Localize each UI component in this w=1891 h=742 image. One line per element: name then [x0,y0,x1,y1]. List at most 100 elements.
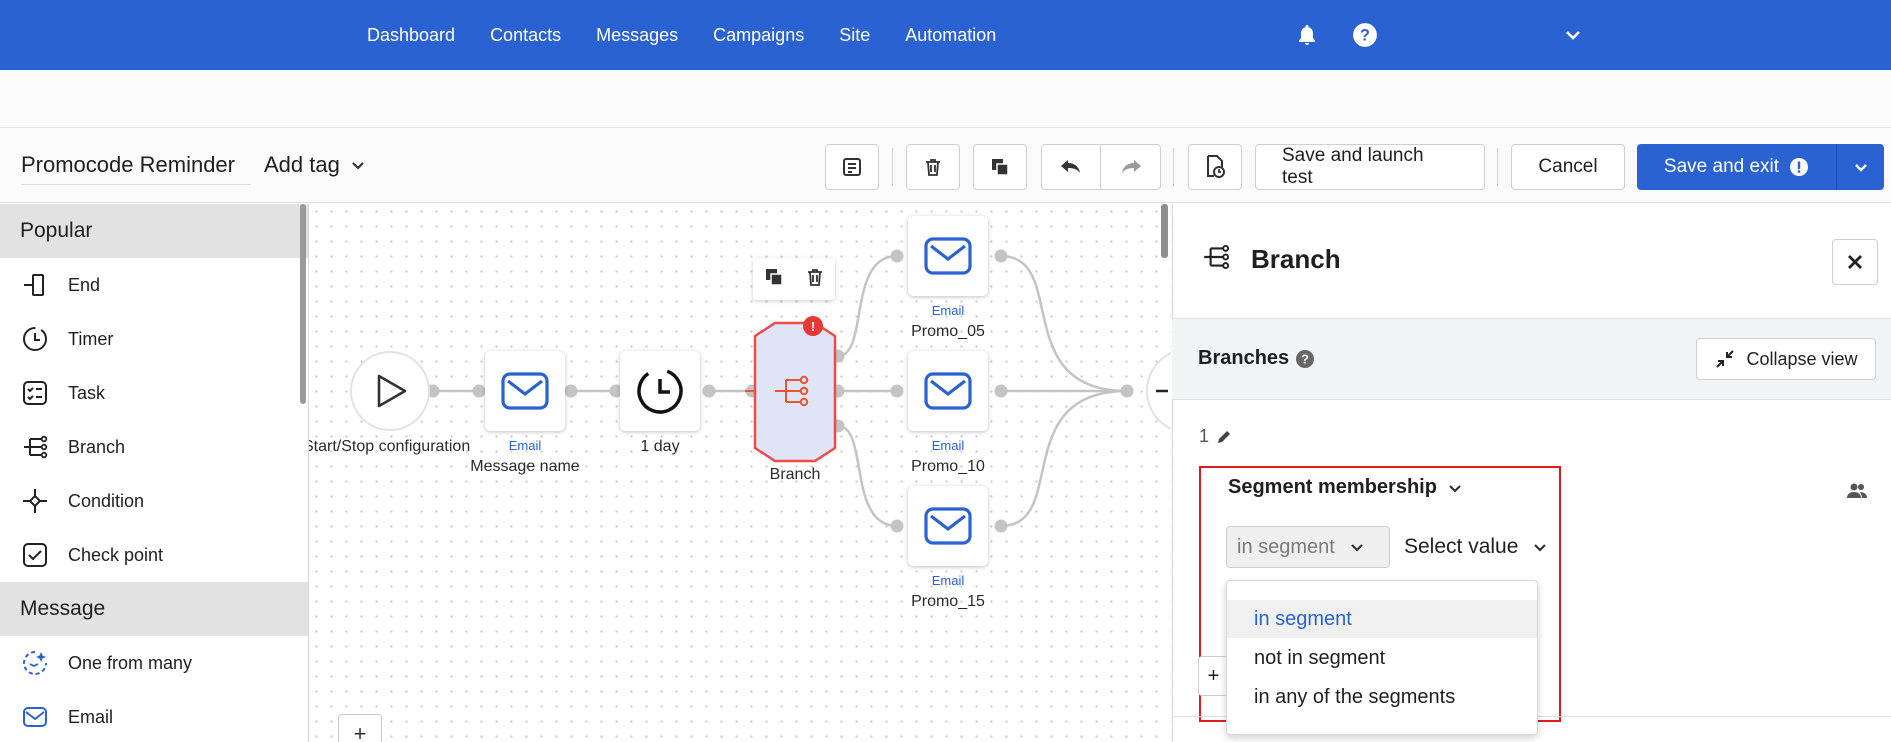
promo-15-type: Email [931,573,965,588]
redo-button[interactable] [1101,144,1161,190]
end-icon [20,270,50,300]
panel-title: Branch [1251,244,1341,274]
promo-10-node[interactable] [908,351,988,431]
canvas-scrollbar[interactable] [1161,204,1168,258]
branch-icon [20,432,50,462]
one-from-many-icon [20,648,50,678]
workflow-name-input[interactable]: Promocode Reminder [21,152,251,185]
palette-item-label: One from many [68,652,193,673]
palette-item-checkpoint[interactable]: Check point [0,528,308,582]
close-panel-button[interactable] [1832,239,1878,285]
connectors [350,249,1171,533]
timer-icon [637,368,683,414]
notes-button[interactable] [825,144,879,190]
email-icon [501,372,549,410]
palette-section-popular: Popular [0,204,308,258]
chevron-down-icon [1449,484,1461,493]
copy-icon [992,159,1009,176]
nav-site[interactable]: Site [839,25,870,46]
chevron-down-icon[interactable] [1560,22,1586,48]
option-not-in-segment[interactable]: not in segment [1227,639,1537,677]
palette-item-label: Branch [68,436,126,457]
email-icon [924,372,972,410]
promo-10-type: Email [931,438,965,453]
chevron-down-icon [352,162,364,170]
checkpoint-icon [20,540,50,570]
promo-05-node[interactable] [908,216,988,296]
palette-item-email[interactable]: Email [0,690,308,742]
help-icon[interactable]: ? [1295,349,1315,369]
option-in-any-segments[interactable]: in any of the segments [1227,678,1537,716]
add-tag-dropdown[interactable]: Add tag [264,152,366,178]
undo-button[interactable] [1041,144,1101,190]
chevron-down-icon [1534,544,1547,552]
palette-item-branch[interactable]: Branch [0,420,308,474]
nav-campaigns[interactable]: Campaigns [713,25,804,46]
promo-15-node[interactable] [908,486,988,566]
cancel-button[interactable]: Cancel [1511,144,1625,190]
branch-node-label: Branch [769,466,821,483]
task-icon [20,378,50,408]
nav-dashboard[interactable]: Dashboard [367,25,455,46]
branch-icon [1201,242,1231,277]
version-history-button[interactable] [1188,144,1242,190]
bell-icon[interactable] [1294,22,1320,48]
condition-icon [20,486,50,516]
workflow-canvas[interactable]: ! Start/Stop configuration Email Message… [309,204,1171,742]
palette-item-one-from-many[interactable]: One from many [0,636,308,690]
palette-item-label: Condition [68,490,145,511]
help-icon[interactable]: ? [1352,22,1378,48]
duplicate-button[interactable] [973,144,1027,190]
palette-section-message: Message [0,582,308,636]
save-exit-button[interactable]: Save and exit [1637,144,1836,190]
save-launch-test-button[interactable]: Save and launch test [1255,144,1485,190]
palette-item-end[interactable]: End [0,258,308,312]
nav-automation[interactable]: Automation [905,25,996,46]
toolbar-divider [1497,148,1498,186]
trash-icon[interactable] [804,266,826,293]
pencil-icon[interactable] [1215,428,1233,446]
nav-contacts[interactable]: Contacts [490,25,561,46]
node-actions [753,258,835,300]
palette-item-task[interactable]: Task [0,366,308,420]
palette-item-label: Email [68,706,114,727]
palette-item-condition[interactable]: Condition [0,474,308,528]
promo-15-label: Promo_15 [911,593,985,610]
copy-icon[interactable] [763,266,785,293]
nav-messages[interactable]: Messages [596,25,678,46]
add-tag-label: Add tag [264,152,340,177]
subheader-band [0,70,1891,128]
timer-node[interactable] [620,351,700,431]
toolbar-divider [892,148,893,186]
branch-number-value: 1 [1199,426,1210,446]
start-node-shape [350,351,430,431]
value-placeholder: Select value [1404,535,1519,558]
nav-links: Dashboard Contacts Messages Campaigns Si… [367,0,996,70]
add-condition-button[interactable]: + [1198,656,1228,696]
email-node[interactable] [485,351,565,431]
palette-item-label: End [68,274,101,295]
start-node-label: Start/Stop configuration [309,438,471,455]
operator-dropdown-menu: in segment not in segment in any of the … [1226,580,1538,735]
timer-node-label: 1 day [640,438,680,455]
save-options-dropdown[interactable] [1837,144,1884,190]
svg-text:?: ? [1360,26,1370,44]
operator-select[interactable]: in segment [1226,526,1390,568]
palette-item-timer[interactable]: Timer [0,312,308,366]
element-palette: Popular End Timer Task Branch Condition … [0,204,309,742]
collapse-view-button[interactable]: Collapse view [1696,338,1876,380]
chevron-down-icon [1854,164,1867,172]
people-icon[interactable] [1846,482,1868,500]
segment-value-select[interactable]: Select value [1404,526,1548,568]
branch-number: 1 [1199,426,1233,447]
redo-icon [1121,160,1141,173]
canvas-add-button[interactable]: + [338,714,382,742]
branches-label-group: Branches ? [1198,347,1315,370]
operator-value: in segment [1237,535,1335,558]
condition-type-dropdown[interactable]: Segment membership [1228,476,1463,499]
option-in-segment[interactable]: in segment [1227,600,1537,638]
delete-button[interactable] [906,144,960,190]
palette-scrollbar[interactable] [300,204,306,404]
collapse-view-label: Collapse view [1746,348,1858,369]
editor-toolbar: Promocode Reminder Add tag Save and laun… [0,128,1891,203]
